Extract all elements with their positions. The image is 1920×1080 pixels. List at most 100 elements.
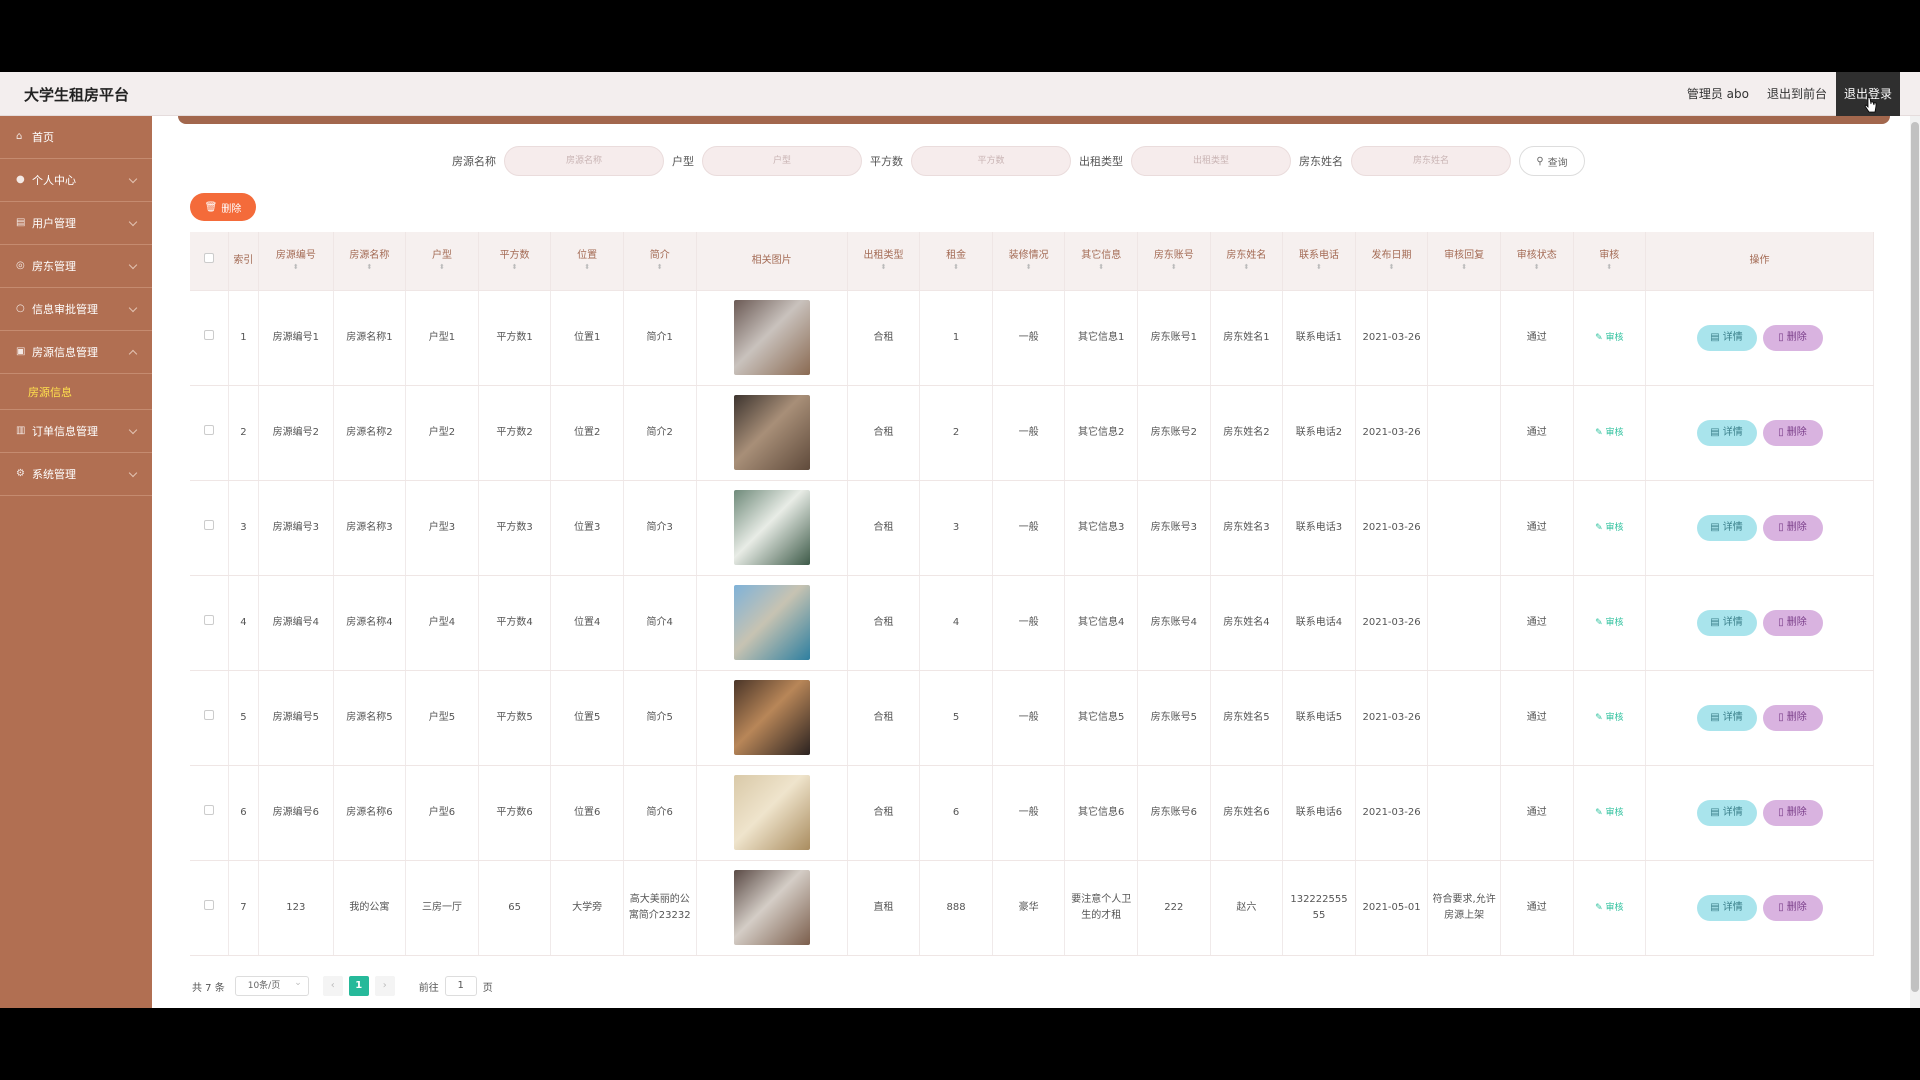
sort-icon[interactable]: ⬍ (1503, 263, 1571, 272)
delete-button[interactable]: ▯ 删除 (1762, 514, 1823, 541)
column-header[interactable]: 审核回复 ⬍ (1427, 232, 1501, 291)
sort-icon[interactable]: ⬍ (626, 263, 694, 272)
house-photo[interactable] (733, 490, 810, 565)
house-photo[interactable] (733, 395, 810, 470)
query-button[interactable]: ⚲ 查询 (1519, 146, 1585, 176)
row-select-cell[interactable] (190, 385, 229, 481)
audit-link[interactable]: ✎ 审核 (1595, 808, 1623, 818)
sidebar-item-personal-center[interactable]: ● 个人中心 (0, 159, 152, 202)
row-select-cell[interactable] (190, 670, 229, 766)
sort-icon[interactable]: ⬍ (481, 263, 549, 272)
detail-button[interactable]: ▤ 详情 (1696, 324, 1757, 351)
sort-icon[interactable]: ⬍ (1067, 263, 1135, 272)
row-checkbox[interactable] (203, 899, 214, 910)
area-input[interactable]: 平方数 (911, 146, 1071, 176)
audit-link[interactable]: ✎ 审核 (1595, 903, 1623, 913)
audit-link[interactable]: ✎ 审核 (1595, 333, 1623, 343)
goto-page-input[interactable]: 1 (444, 976, 477, 996)
detail-button[interactable]: ▤ 详情 (1696, 514, 1757, 541)
sort-icon[interactable]: ⬍ (1430, 263, 1498, 272)
current-page-button[interactable]: 1 (348, 976, 369, 996)
delete-button[interactable]: ▯ 删除 (1762, 894, 1823, 921)
column-header[interactable]: 平方数 ⬍ (478, 232, 552, 291)
delete-button[interactable]: ▯ 删除 (1762, 609, 1823, 636)
detail-button[interactable]: ▤ 详情 (1696, 799, 1757, 826)
sidebar-item-approval-management[interactable]: ○ 信息审批管理 (0, 288, 152, 331)
sort-icon[interactable]: ⬍ (553, 263, 621, 272)
sort-icon[interactable]: ⬍ (336, 263, 404, 272)
delete-button[interactable]: ▯ 删除 (1762, 799, 1823, 826)
audit-link[interactable]: ✎ 审核 (1595, 428, 1623, 438)
row-checkbox[interactable] (203, 804, 214, 815)
sort-icon[interactable]: ⬍ (1358, 263, 1426, 272)
column-header[interactable]: 发布日期 ⬍ (1355, 232, 1429, 291)
detail-button[interactable]: ▤ 详情 (1696, 704, 1757, 731)
sidebar-item-home[interactable]: ⌂ 首页 (0, 116, 152, 159)
column-header[interactable]: 装修情况 ⬍ (992, 232, 1066, 291)
sidebar-item-system-management[interactable]: ⚙ 系统管理 (0, 453, 152, 496)
house-photo[interactable] (733, 870, 810, 945)
row-select-cell[interactable] (190, 480, 229, 576)
delete-button[interactable]: ▯ 删除 (1762, 324, 1823, 351)
row-checkbox[interactable] (203, 424, 214, 435)
delete-button[interactable]: ▯ 删除 (1762, 704, 1823, 731)
sort-icon[interactable]: ⬍ (408, 263, 476, 272)
sort-icon[interactable]: ⬍ (995, 263, 1063, 272)
row-select-cell[interactable] (190, 765, 229, 861)
sidebar-item-order-management[interactable]: ▥ 订单信息管理 (0, 410, 152, 453)
sidebar-item-landlord-management[interactable]: ◎ 房东管理 (0, 245, 152, 288)
column-header[interactable]: 出租类型 ⬍ (847, 232, 921, 291)
row-select-cell[interactable] (190, 575, 229, 671)
next-page-button[interactable]: › (374, 976, 395, 996)
select-all-checkbox[interactable] (203, 253, 214, 264)
column-header[interactable]: 房源编号 ⬍ (258, 232, 334, 291)
sort-icon[interactable]: ⬍ (1213, 263, 1281, 272)
audit-link[interactable]: ✎ 审核 (1595, 523, 1623, 533)
row-select-cell[interactable] (190, 290, 229, 386)
vertical-scrollbar[interactable] (1910, 116, 1920, 1008)
sort-icon[interactable]: ⬍ (922, 263, 990, 272)
house-photo[interactable] (733, 300, 810, 375)
column-header[interactable]: 审核 ⬍ (1573, 232, 1647, 291)
sort-icon[interactable]: ⬍ (1285, 263, 1353, 272)
row-checkbox[interactable] (203, 519, 214, 530)
row-checkbox[interactable] (203, 709, 214, 720)
page-size-select[interactable]: 10条/页 (234, 974, 309, 996)
sort-icon[interactable]: ⬍ (850, 263, 918, 272)
row-select-cell[interactable] (190, 860, 229, 956)
column-header[interactable]: 房源名称 ⬍ (333, 232, 407, 291)
select-all-cell[interactable] (190, 232, 229, 291)
row-checkbox[interactable] (203, 329, 214, 340)
detail-button[interactable]: ▤ 详情 (1696, 609, 1757, 636)
column-header[interactable]: 房东账号 ⬍ (1137, 232, 1211, 291)
column-header[interactable]: 联系电话 ⬍ (1282, 232, 1356, 291)
house-name-input[interactable]: 房源名称 (504, 146, 664, 176)
audit-link[interactable]: ✎ 审核 (1595, 713, 1623, 723)
layout-input[interactable]: 户型 (702, 146, 862, 176)
column-header[interactable]: 位置 ⬍ (550, 232, 624, 291)
detail-button[interactable]: ▤ 详情 (1696, 894, 1757, 921)
back-to-front-link[interactable]: 退出到前台 (1758, 72, 1836, 116)
detail-button[interactable]: ▤ 详情 (1696, 419, 1757, 446)
batch-delete-button[interactable]: 🗑 删除 (190, 193, 256, 221)
house-photo[interactable] (733, 680, 810, 755)
sort-icon[interactable]: ⬍ (1576, 263, 1644, 272)
sidebar-item-user-management[interactable]: ▤ 用户管理 (0, 202, 152, 245)
column-header[interactable]: 房东姓名 ⬍ (1210, 232, 1284, 291)
sort-icon[interactable]: ⬍ (1140, 263, 1208, 272)
column-header[interactable]: 审核状态 ⬍ (1500, 232, 1574, 291)
sort-icon[interactable]: ⬍ (261, 263, 331, 272)
column-header[interactable]: 户型 ⬍ (405, 232, 479, 291)
column-header[interactable]: 其它信息 ⬍ (1064, 232, 1139, 291)
sidebar-item-house-management[interactable]: ▣ 房源信息管理 (0, 331, 152, 374)
house-photo[interactable] (733, 775, 810, 850)
column-header[interactable]: 索引 (228, 232, 260, 291)
prev-page-button[interactable]: ‹ (322, 976, 343, 996)
house-photo[interactable] (733, 585, 810, 660)
column-header[interactable]: 简介 ⬍ (623, 232, 697, 291)
sidebar-subitem-house-info[interactable]: 房源信息 (0, 374, 152, 410)
column-header[interactable]: 相关图片 (696, 232, 848, 291)
column-header[interactable]: 租金 ⬍ (919, 232, 993, 291)
owner-name-input[interactable]: 房东姓名 (1351, 146, 1511, 176)
rent-type-input[interactable]: 出租类型 (1131, 146, 1291, 176)
